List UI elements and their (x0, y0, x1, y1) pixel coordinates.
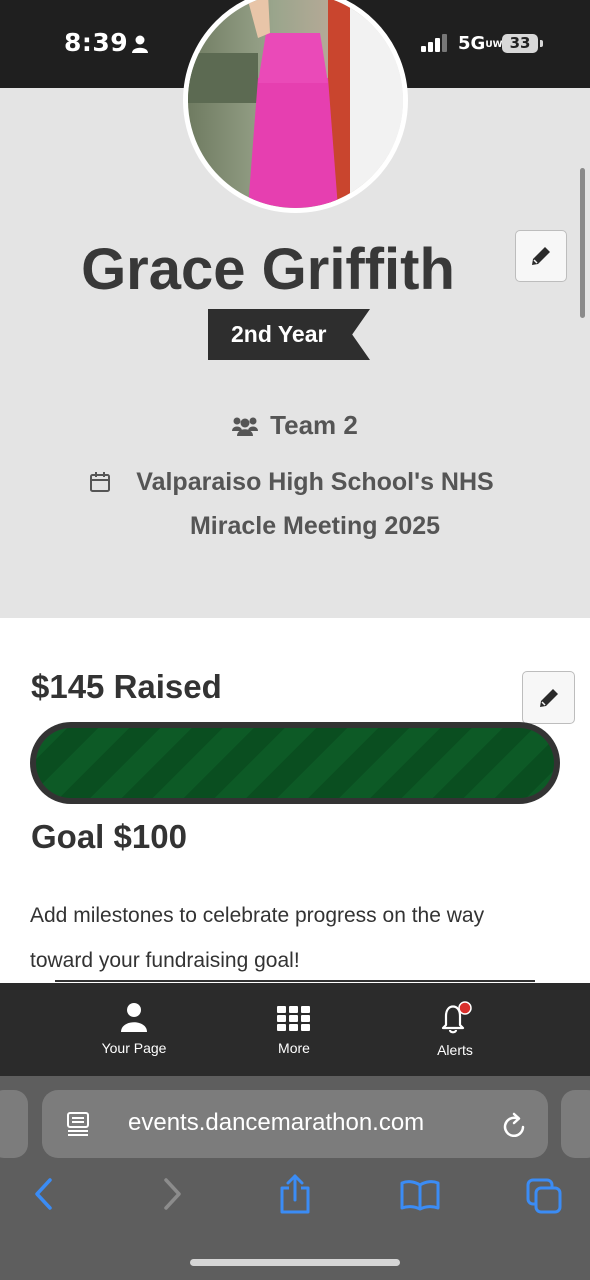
signal-icon (421, 34, 447, 52)
fundraising-card: $145 Raised Goal $100 Add milestones to … (0, 618, 590, 983)
bookmarks-icon[interactable] (400, 1179, 440, 1211)
person-icon (132, 35, 148, 53)
notification-badge (458, 1001, 472, 1015)
pencil-icon (539, 688, 558, 707)
progress-fill (36, 728, 554, 798)
scrollbar[interactable] (580, 168, 585, 318)
nav-label: More (278, 1040, 310, 1056)
battery-indicator: 33 (502, 34, 538, 53)
event-name: Valparaiso High School's NHS Miracle Mee… (136, 468, 494, 540)
nav-your-page[interactable]: Your Page (69, 1000, 199, 1056)
milestone-prompt: Add milestones to celebrate progress on … (30, 904, 485, 972)
year-badge: 2nd Year (208, 309, 370, 360)
goal-amount: Goal $100 (31, 818, 187, 855)
users-icon (232, 417, 259, 436)
bottom-nav: Your Page More Alerts (0, 983, 590, 1076)
nav-more[interactable]: More (229, 1000, 359, 1056)
status-time: 8:39 (64, 28, 129, 57)
network-label: 5GUW (458, 33, 503, 54)
progress-bar (30, 722, 560, 804)
nav-label: Alerts (437, 1042, 473, 1058)
url-text: events.dancemarathon.com (128, 1109, 425, 1136)
tabs-icon[interactable] (525, 1177, 563, 1215)
battery-tip (540, 40, 543, 47)
back-icon[interactable] (32, 1176, 56, 1212)
avatar-photo (188, 0, 403, 208)
bell-icon (441, 1001, 472, 1034)
edit-profile-button[interactable] (515, 230, 567, 282)
next-tab[interactable] (561, 1090, 590, 1158)
share-icon[interactable] (278, 1173, 312, 1215)
nav-alerts[interactable]: Alerts (390, 1000, 520, 1058)
previous-tab[interactable] (0, 1090, 28, 1158)
raised-amount: $145 Raised (31, 668, 222, 705)
nav-label: Your Page (101, 1040, 167, 1056)
divider (55, 980, 535, 982)
calendar-icon (90, 472, 110, 492)
pencil-icon (532, 247, 550, 265)
grid-icon (277, 1006, 310, 1031)
user-icon (121, 1003, 147, 1032)
team-row: Team 2 (0, 410, 590, 441)
page-settings-icon[interactable] (66, 1111, 92, 1137)
edit-goal-button[interactable] (522, 671, 575, 724)
profile-name: Grace Griffith (81, 237, 455, 302)
team-name: Team 2 (270, 410, 358, 440)
forward-icon[interactable] (160, 1176, 184, 1212)
browser-chrome: events.dancemarathon.com (0, 1076, 590, 1280)
address-bar[interactable]: events.dancemarathon.com (42, 1090, 548, 1158)
home-indicator[interactable] (190, 1259, 400, 1266)
profile-header: Grace Griffith 2nd Year Team 2 Valparais… (0, 0, 590, 618)
reload-icon[interactable] (502, 1111, 528, 1139)
avatar (183, 0, 408, 213)
